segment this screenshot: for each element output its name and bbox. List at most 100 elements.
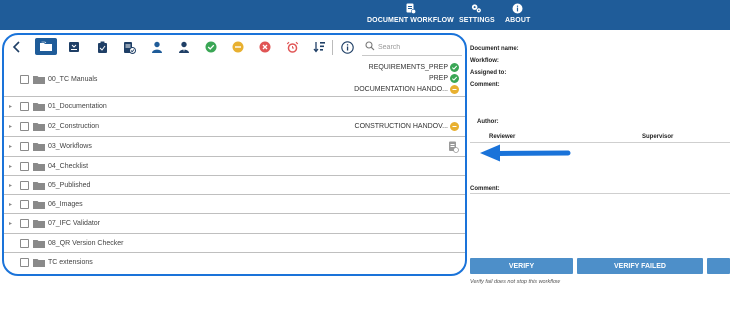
workflow-badge[interactable]: REQUIREMENTS_PREP [369,63,459,72]
document-name-label: Document name: [470,46,519,52]
tree-row-published[interactable]: ▸ 05_Published [4,176,465,195]
gears-icon [471,3,482,14]
document-tree-panel: 00_TC Manuals REQUIREMENTS_PREP PREP DOC… [2,33,467,276]
document-details-panel: Document name: Workflow: Assigned to: Co… [470,30,730,327]
row-label: 02_Construction [48,123,99,130]
red-reject-status-icon[interactable] [258,40,272,54]
workflow-badge-label: REQUIREMENTS_PREP [368,64,448,71]
folder-icon [33,259,45,267]
expand-caret-icon[interactable]: ▸ [9,201,12,208]
expand-caret-icon[interactable]: ▸ [9,182,12,189]
row-checkbox[interactable] [20,200,29,209]
verify-note: Verify fail does not stop this workflow [470,279,560,285]
sort-icon[interactable] [312,40,326,54]
expand-caret-icon[interactable]: ▸ [9,220,12,227]
row-label: 06_Images [48,201,83,208]
row-checkbox[interactable] [20,75,29,84]
clipboard-check-icon[interactable] [95,40,109,54]
author-label: Author: [477,119,499,125]
workflow-badge[interactable]: CONSTRUCTION HANDOV... [355,122,459,131]
row-label: 05_Published [48,182,91,189]
verify-button[interactable]: VERIFY [470,258,573,274]
tree-row-documentation[interactable]: ▸ 01_Documentation [4,97,465,117]
tree-row-workflows[interactable]: ▸ 03_Workflows [4,137,465,157]
nav-document-workflow-label: DOCUMENT WORKFLOW [367,17,454,24]
folder-icon [33,103,45,111]
workflow-badge-label: DOCUMENTATION HANDO... [354,86,448,93]
tree-row-tc-extensions[interactable]: TC extensions [4,253,465,273]
folder-icon [33,201,45,209]
nav-settings[interactable]: SETTINGS [459,3,495,24]
nav-document-workflow[interactable]: DOCUMENT WORKFLOW [367,3,454,24]
nav-settings-label: SETTINGS [459,17,495,24]
document-check-icon[interactable] [122,40,136,54]
supervisor-header: Supervisor [642,134,674,140]
inbox-download-icon[interactable] [67,40,81,54]
workflow-badge[interactable]: DOCUMENTATION HANDO... [354,85,459,94]
folder-icon [33,220,45,228]
folder-icon [33,123,45,131]
search-input[interactable] [378,41,458,53]
row-checkbox[interactable] [20,219,29,228]
expand-caret-icon[interactable]: ▸ [9,163,12,170]
back-icon[interactable] [10,40,24,54]
yellow-pending-status-icon [450,122,459,131]
row-label: 03_Workflows [48,143,92,150]
row-label: 00_TC Manuals [48,76,98,83]
row-checkbox[interactable] [20,181,29,190]
workflow-badge[interactable]: PREP [429,74,459,83]
workflow-badge-label: CONSTRUCTION HANDOV... [354,123,448,130]
tree-row-ifc-validator[interactable]: ▸ 07_IFC Validator [4,214,465,234]
row-checkbox[interactable] [20,102,29,111]
expand-caret-icon[interactable]: ▸ [9,123,12,130]
workflow-badge-label: PREP [428,75,448,82]
folder-view-icon[interactable] [35,38,57,55]
tree-toolbar [4,35,465,61]
row-checkbox[interactable] [20,142,29,151]
comment-label-2: Comment: [470,186,500,192]
row-checkbox[interactable] [20,258,29,267]
folder-icon [33,143,45,151]
document-workflow-icon[interactable] [448,141,459,153]
tree-row-tc-manuals[interactable]: 00_TC Manuals REQUIREMENTS_PREP PREP DOC… [4,62,465,97]
folder-icon [33,240,45,248]
table-divider [470,142,730,143]
extra-action-button[interactable] [707,258,730,274]
green-check-status-icon [450,63,459,72]
folder-icon [33,163,45,171]
tree-row-construction[interactable]: ▸ 02_Construction CONSTRUCTION HANDOV... [4,117,465,137]
tree-row-qr-version-checker[interactable]: 08_QR Version Checker [4,234,465,253]
top-nav-bar: DOCUMENT WORKFLOW SETTINGS ABOUT [0,0,730,30]
row-checkbox[interactable] [20,162,29,171]
comment-divider [470,193,730,194]
toolbar-divider [332,40,333,55]
row-checkbox[interactable] [20,239,29,248]
alarm-icon[interactable] [285,40,299,54]
nav-about-label: ABOUT [505,17,531,24]
green-check-status-icon [450,74,459,83]
assigned-to-label: Assigned to: [470,70,507,76]
yellow-pending-status-icon [450,85,459,94]
verify-failed-button[interactable]: VERIFY FAILED [577,258,703,274]
tree-row-images[interactable]: ▸ 06_Images [4,195,465,214]
info-icon[interactable] [340,40,354,54]
search-box[interactable] [362,38,462,56]
yellow-pending-status-icon[interactable] [231,40,245,54]
user-tie-icon[interactable] [177,40,191,54]
expand-caret-icon[interactable]: ▸ [9,143,12,150]
row-label: 04_Checklist [48,163,89,170]
document-workflow-icon [405,3,416,14]
folder-icon [33,182,45,190]
tree-row-checklist[interactable]: ▸ 04_Checklist [4,157,465,176]
search-icon [365,41,375,51]
green-check-status-icon[interactable] [204,40,218,54]
workflow-label: Workflow: [470,58,499,64]
user-icon[interactable] [150,40,164,54]
row-label: 01_Documentation [48,103,107,110]
expand-caret-icon[interactable]: ▸ [9,103,12,110]
row-checkbox[interactable] [20,122,29,131]
info-circle-icon [512,3,523,14]
reviewer-header: Reviewer [489,134,516,140]
comment-label: Comment: [470,82,500,88]
nav-about[interactable]: ABOUT [505,3,530,24]
